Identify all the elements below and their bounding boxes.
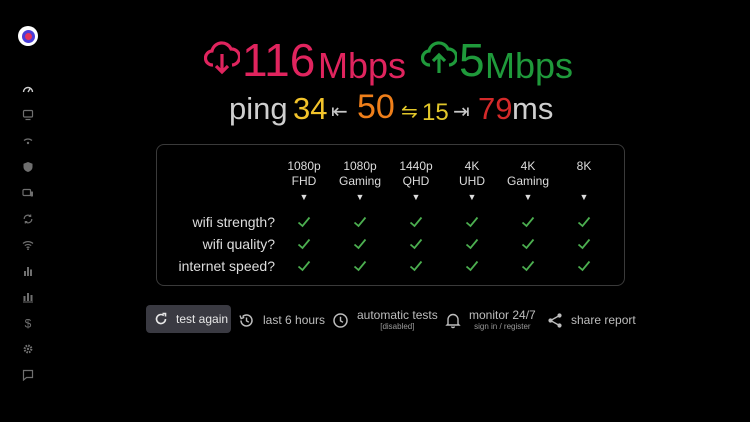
share-report-label: share report bbox=[571, 313, 636, 327]
ping-high: 79 bbox=[478, 91, 513, 126]
refresh-icon bbox=[155, 312, 167, 325]
check-icon bbox=[409, 216, 423, 228]
sidebar: $ bbox=[0, 0, 56, 422]
download-unit: Mbps bbox=[318, 45, 407, 86]
history-label: last 6 hours bbox=[263, 313, 326, 327]
check-icon bbox=[353, 238, 367, 250]
column-1080p-fhd[interactable]: 1080p FHD ▼ bbox=[274, 159, 334, 204]
check-icon bbox=[297, 238, 311, 250]
monitor-sublabel: sign in / register bbox=[474, 322, 531, 331]
sort-arrow-icon: ▼ bbox=[299, 192, 309, 202]
automatic-tests-status: [disabled] bbox=[380, 322, 415, 331]
row-label-internet-speed[interactable]: internet speed? bbox=[178, 257, 275, 275]
ping-jitter: 15 bbox=[422, 99, 449, 126]
column-4k-uhd[interactable]: 4K UHD ▼ bbox=[442, 159, 502, 204]
check-icon bbox=[521, 216, 535, 228]
column-1080p-gaming[interactable]: 1080p Gaming ▼ bbox=[330, 159, 390, 204]
ping-unit: ms bbox=[512, 91, 554, 126]
ping-label: ping bbox=[229, 91, 288, 126]
history-icon bbox=[239, 313, 253, 327]
action-bar: test again last 6 hours automatic tests … bbox=[0, 305, 750, 335]
ping-average: 50 bbox=[357, 88, 395, 126]
check-icon bbox=[465, 216, 479, 228]
wifi-router-icon[interactable] bbox=[20, 133, 36, 149]
monitor-label: monitor 24/7 bbox=[469, 308, 536, 322]
check-icon bbox=[297, 260, 311, 272]
ping-arrow-left-icon: ⇤ bbox=[331, 101, 348, 123]
sort-arrow-icon: ▼ bbox=[523, 192, 533, 202]
ping-jitter-icon: ⇋ bbox=[401, 101, 418, 123]
shield-icon[interactable] bbox=[20, 159, 36, 175]
check-icon bbox=[353, 216, 367, 228]
sync-icon[interactable] bbox=[20, 211, 36, 227]
column-4k-gaming[interactable]: 4K Gaming ▼ bbox=[498, 159, 558, 204]
bar-chart-icon[interactable] bbox=[20, 263, 36, 279]
check-icon bbox=[409, 238, 423, 250]
check-icon bbox=[577, 238, 591, 250]
check-icon bbox=[353, 260, 367, 272]
clock-icon bbox=[333, 312, 348, 328]
column-8k[interactable]: 8K ▼ bbox=[554, 159, 614, 204]
share-report-button[interactable]: share report bbox=[547, 305, 636, 335]
ping-results: ping 34 ⇤ 50 ⇋ 15 ⇥ 79 ms bbox=[200, 88, 590, 129]
history-button[interactable]: last 6 hours bbox=[238, 305, 325, 335]
check-icon bbox=[465, 260, 479, 272]
ping-arrow-right-icon: ⇥ bbox=[453, 101, 470, 123]
ping-low: 34 bbox=[293, 91, 328, 126]
download-value: 116 bbox=[242, 34, 316, 86]
check-icon bbox=[521, 238, 535, 250]
test-again-label: test again bbox=[176, 312, 229, 326]
speedometer-icon[interactable] bbox=[20, 81, 36, 97]
sort-arrow-icon: ▼ bbox=[411, 192, 421, 202]
upload-cloud-icon bbox=[421, 41, 457, 73]
check-icon bbox=[577, 260, 591, 272]
check-icon bbox=[465, 238, 479, 250]
column-1440p-qhd[interactable]: 1440p QHD ▼ bbox=[386, 159, 446, 204]
download-cloud-icon bbox=[204, 41, 240, 75]
devices-icon[interactable] bbox=[20, 185, 36, 201]
sort-arrow-icon: ▼ bbox=[579, 192, 589, 202]
sort-arrow-icon: ▼ bbox=[355, 192, 365, 202]
chat-icon[interactable] bbox=[20, 367, 36, 383]
monitor-icon[interactable] bbox=[20, 107, 36, 123]
share-icon bbox=[548, 312, 562, 328]
stacked-chart-icon[interactable] bbox=[20, 289, 36, 305]
upload-unit: Mbps bbox=[485, 45, 574, 86]
row-label-wifi-strength[interactable]: wifi strength? bbox=[193, 213, 275, 231]
check-icon bbox=[297, 216, 311, 228]
automatic-tests-button[interactable]: automatic tests [disabled] bbox=[332, 305, 438, 335]
app-logo[interactable] bbox=[18, 26, 38, 46]
check-icon bbox=[521, 260, 535, 272]
check-icon bbox=[409, 260, 423, 272]
check-icon bbox=[577, 216, 591, 228]
automatic-tests-label: automatic tests bbox=[357, 308, 438, 322]
capability-card: 1080p FHD ▼ 1080p Gaming ▼ 1440p QHD ▼ 4K UH… bbox=[156, 144, 625, 286]
monitor-button[interactable]: monitor 24/7 sign in / register bbox=[445, 305, 536, 335]
test-again-button[interactable]: test again bbox=[146, 305, 231, 333]
upload-value: 5 bbox=[459, 34, 485, 86]
row-label-wifi-quality[interactable]: wifi quality? bbox=[203, 235, 275, 253]
sort-arrow-icon: ▼ bbox=[467, 192, 477, 202]
bell-icon bbox=[445, 313, 461, 328]
speed-results: 116 Mbps 5 Mbps bbox=[200, 32, 590, 88]
wifi-icon[interactable] bbox=[20, 237, 36, 253]
gear-icon[interactable] bbox=[20, 341, 36, 357]
